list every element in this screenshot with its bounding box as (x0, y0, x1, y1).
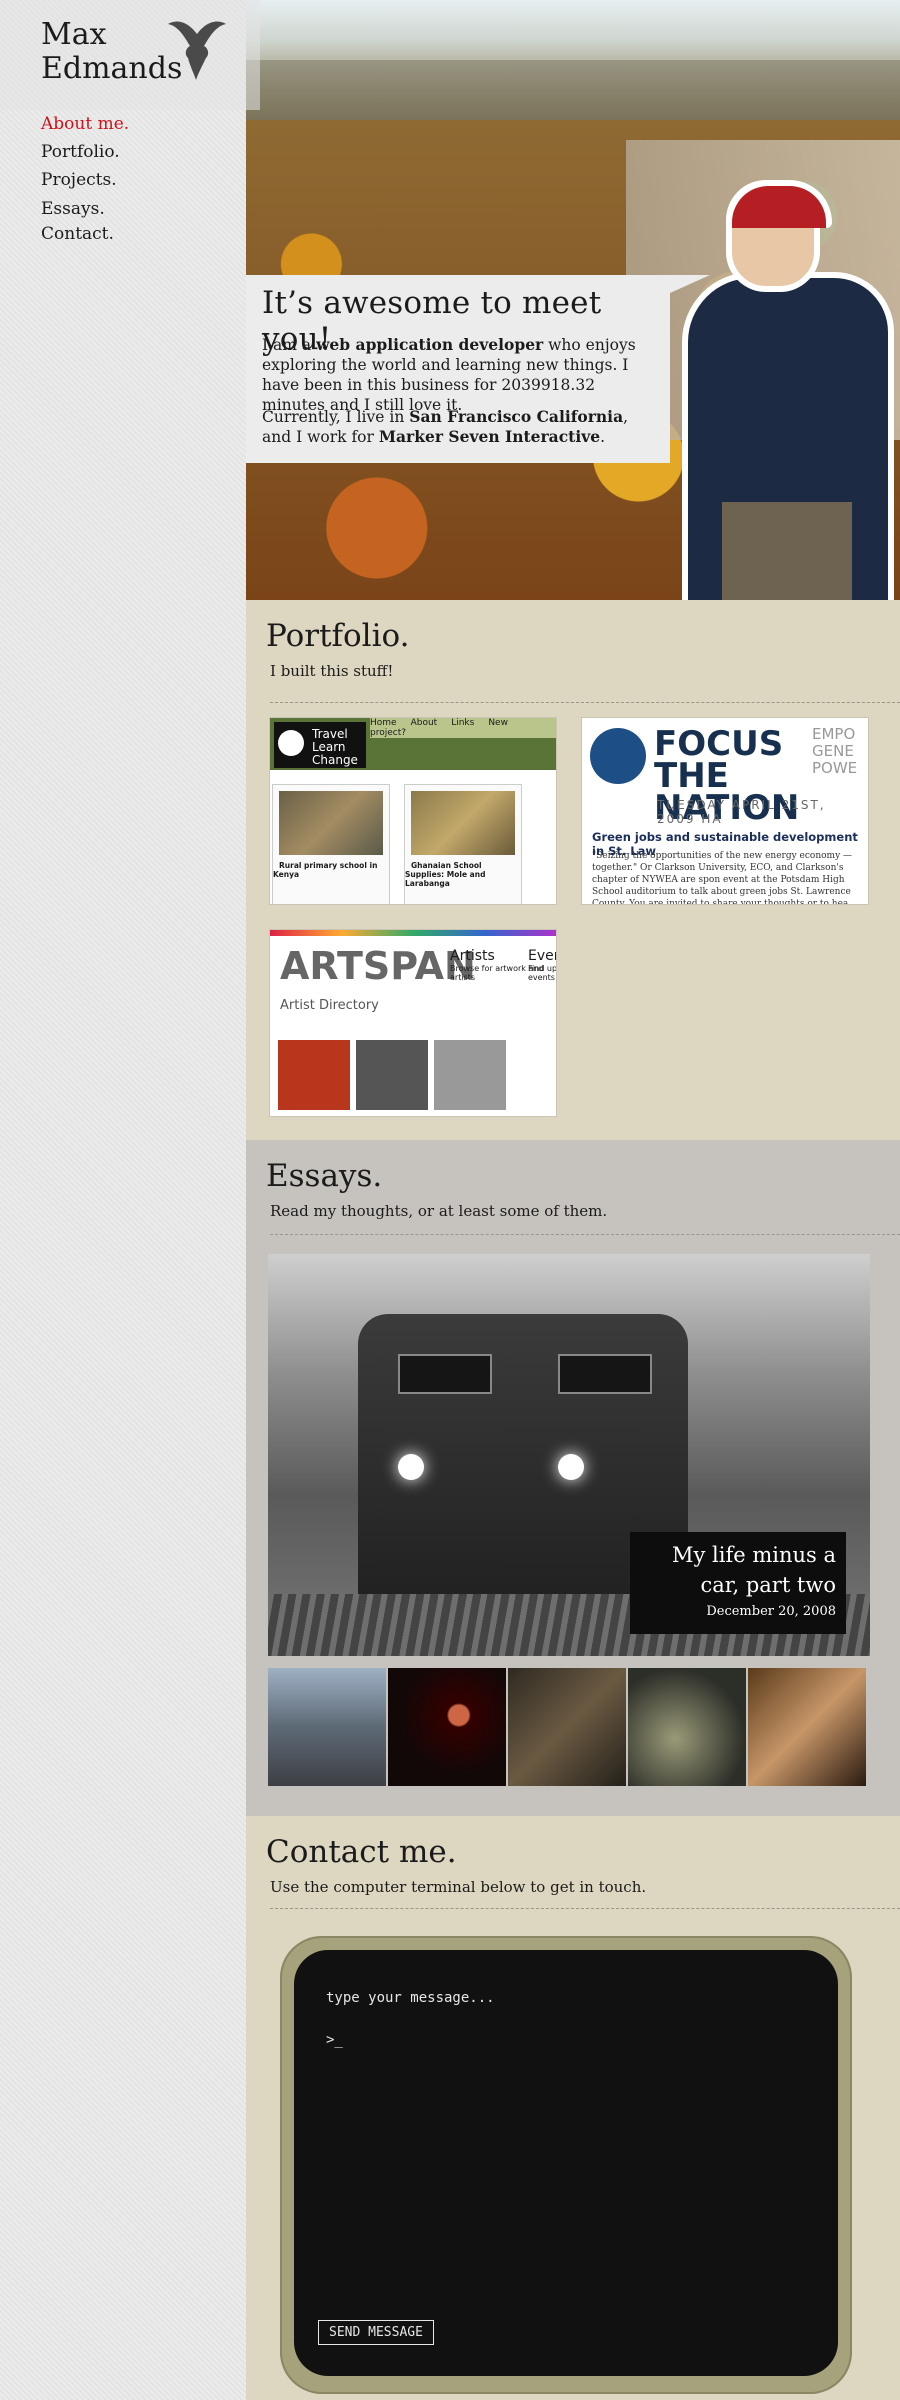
intro-paragraph-1: I am a web application developer who enj… (262, 335, 636, 414)
nav-contact[interactable]: Contact. (41, 224, 129, 244)
portfolio-item-artspan[interactable]: ARTSPAN Artists Browse for artwork and ar… (270, 930, 556, 1116)
essay-thumb[interactable] (628, 1668, 746, 1786)
divider (270, 702, 900, 703)
terminal-cursor: >_ (326, 2032, 343, 2048)
tlc-nav: Home About Links New project? (370, 718, 556, 738)
divider (270, 1234, 900, 1235)
intro-panel: It’s awesome to meet you! I am a web app… (246, 275, 670, 463)
nav-projects[interactable]: Projects. (41, 166, 129, 194)
intro-paragraph-2: Currently, I live in San Francisco Calif… (262, 407, 629, 446)
portfolio-item-focus-the-nation[interactable]: FOCUS THE NATION EMPO GENE POWE TUESDAY … (582, 718, 868, 904)
essay-title: My life minus a car, part two (671, 1543, 836, 1597)
capitol-icon (590, 728, 646, 784)
send-message-button[interactable]: SEND MESSAGE (318, 2320, 434, 2345)
essay-feature-image[interactable]: My life minus a car, part two December 2… (268, 1254, 870, 1656)
essays-subtitle: Read my thoughts, or at least some of th… (270, 1202, 608, 1220)
essay-date: December 20, 2008 (706, 1604, 836, 1619)
essay-caption[interactable]: My life minus a car, part two December 2… (630, 1532, 846, 1634)
site-logo[interactable]: Max Edmands (41, 18, 182, 86)
essays-title: Essays. (266, 1158, 383, 1194)
bird-icon (168, 21, 226, 80)
portfolio-section: Portfolio. I built this stuff! Travel Le… (246, 600, 900, 1140)
message-input[interactable]: type your message... (326, 1990, 495, 2006)
nav-about[interactable]: About me. (41, 110, 129, 138)
portfolio-item-travel-learn-change[interactable]: Travel Learn Change Home About Links New pr… (270, 718, 556, 904)
essay-thumb[interactable] (388, 1668, 506, 1786)
profile-photo (682, 172, 894, 600)
sidebar: Max Edmands About me. Portfolio. Project… (0, 0, 260, 2400)
main-nav: About me. Portfolio. Projects. Essays. C… (41, 110, 129, 244)
tlc-logo: Travel Learn Change (274, 722, 366, 768)
portfolio-title: Portfolio. (266, 618, 410, 654)
speech-pointer (670, 275, 710, 293)
nav-portfolio[interactable]: Portfolio. (41, 138, 129, 166)
contact-section: Contact me. Use the computer terminal be… (246, 1816, 900, 2400)
essay-thumb[interactable] (268, 1668, 386, 1786)
essays-section: Essays. Read my thoughts, or at least so… (246, 1140, 900, 1816)
essay-thumb[interactable] (748, 1668, 866, 1786)
nav-essays[interactable]: Essays. (41, 194, 129, 224)
contact-subtitle: Use the computer terminal below to get i… (270, 1878, 647, 1896)
contact-title: Contact me. (266, 1834, 457, 1870)
terminal: type your message... >_ SEND MESSAGE (280, 1936, 852, 2394)
divider (270, 1908, 900, 1909)
essay-thumb[interactable] (508, 1668, 626, 1786)
terminal-screen[interactable]: type your message... >_ SEND MESSAGE (294, 1950, 838, 2376)
portfolio-subtitle: I built this stuff! (270, 662, 394, 680)
